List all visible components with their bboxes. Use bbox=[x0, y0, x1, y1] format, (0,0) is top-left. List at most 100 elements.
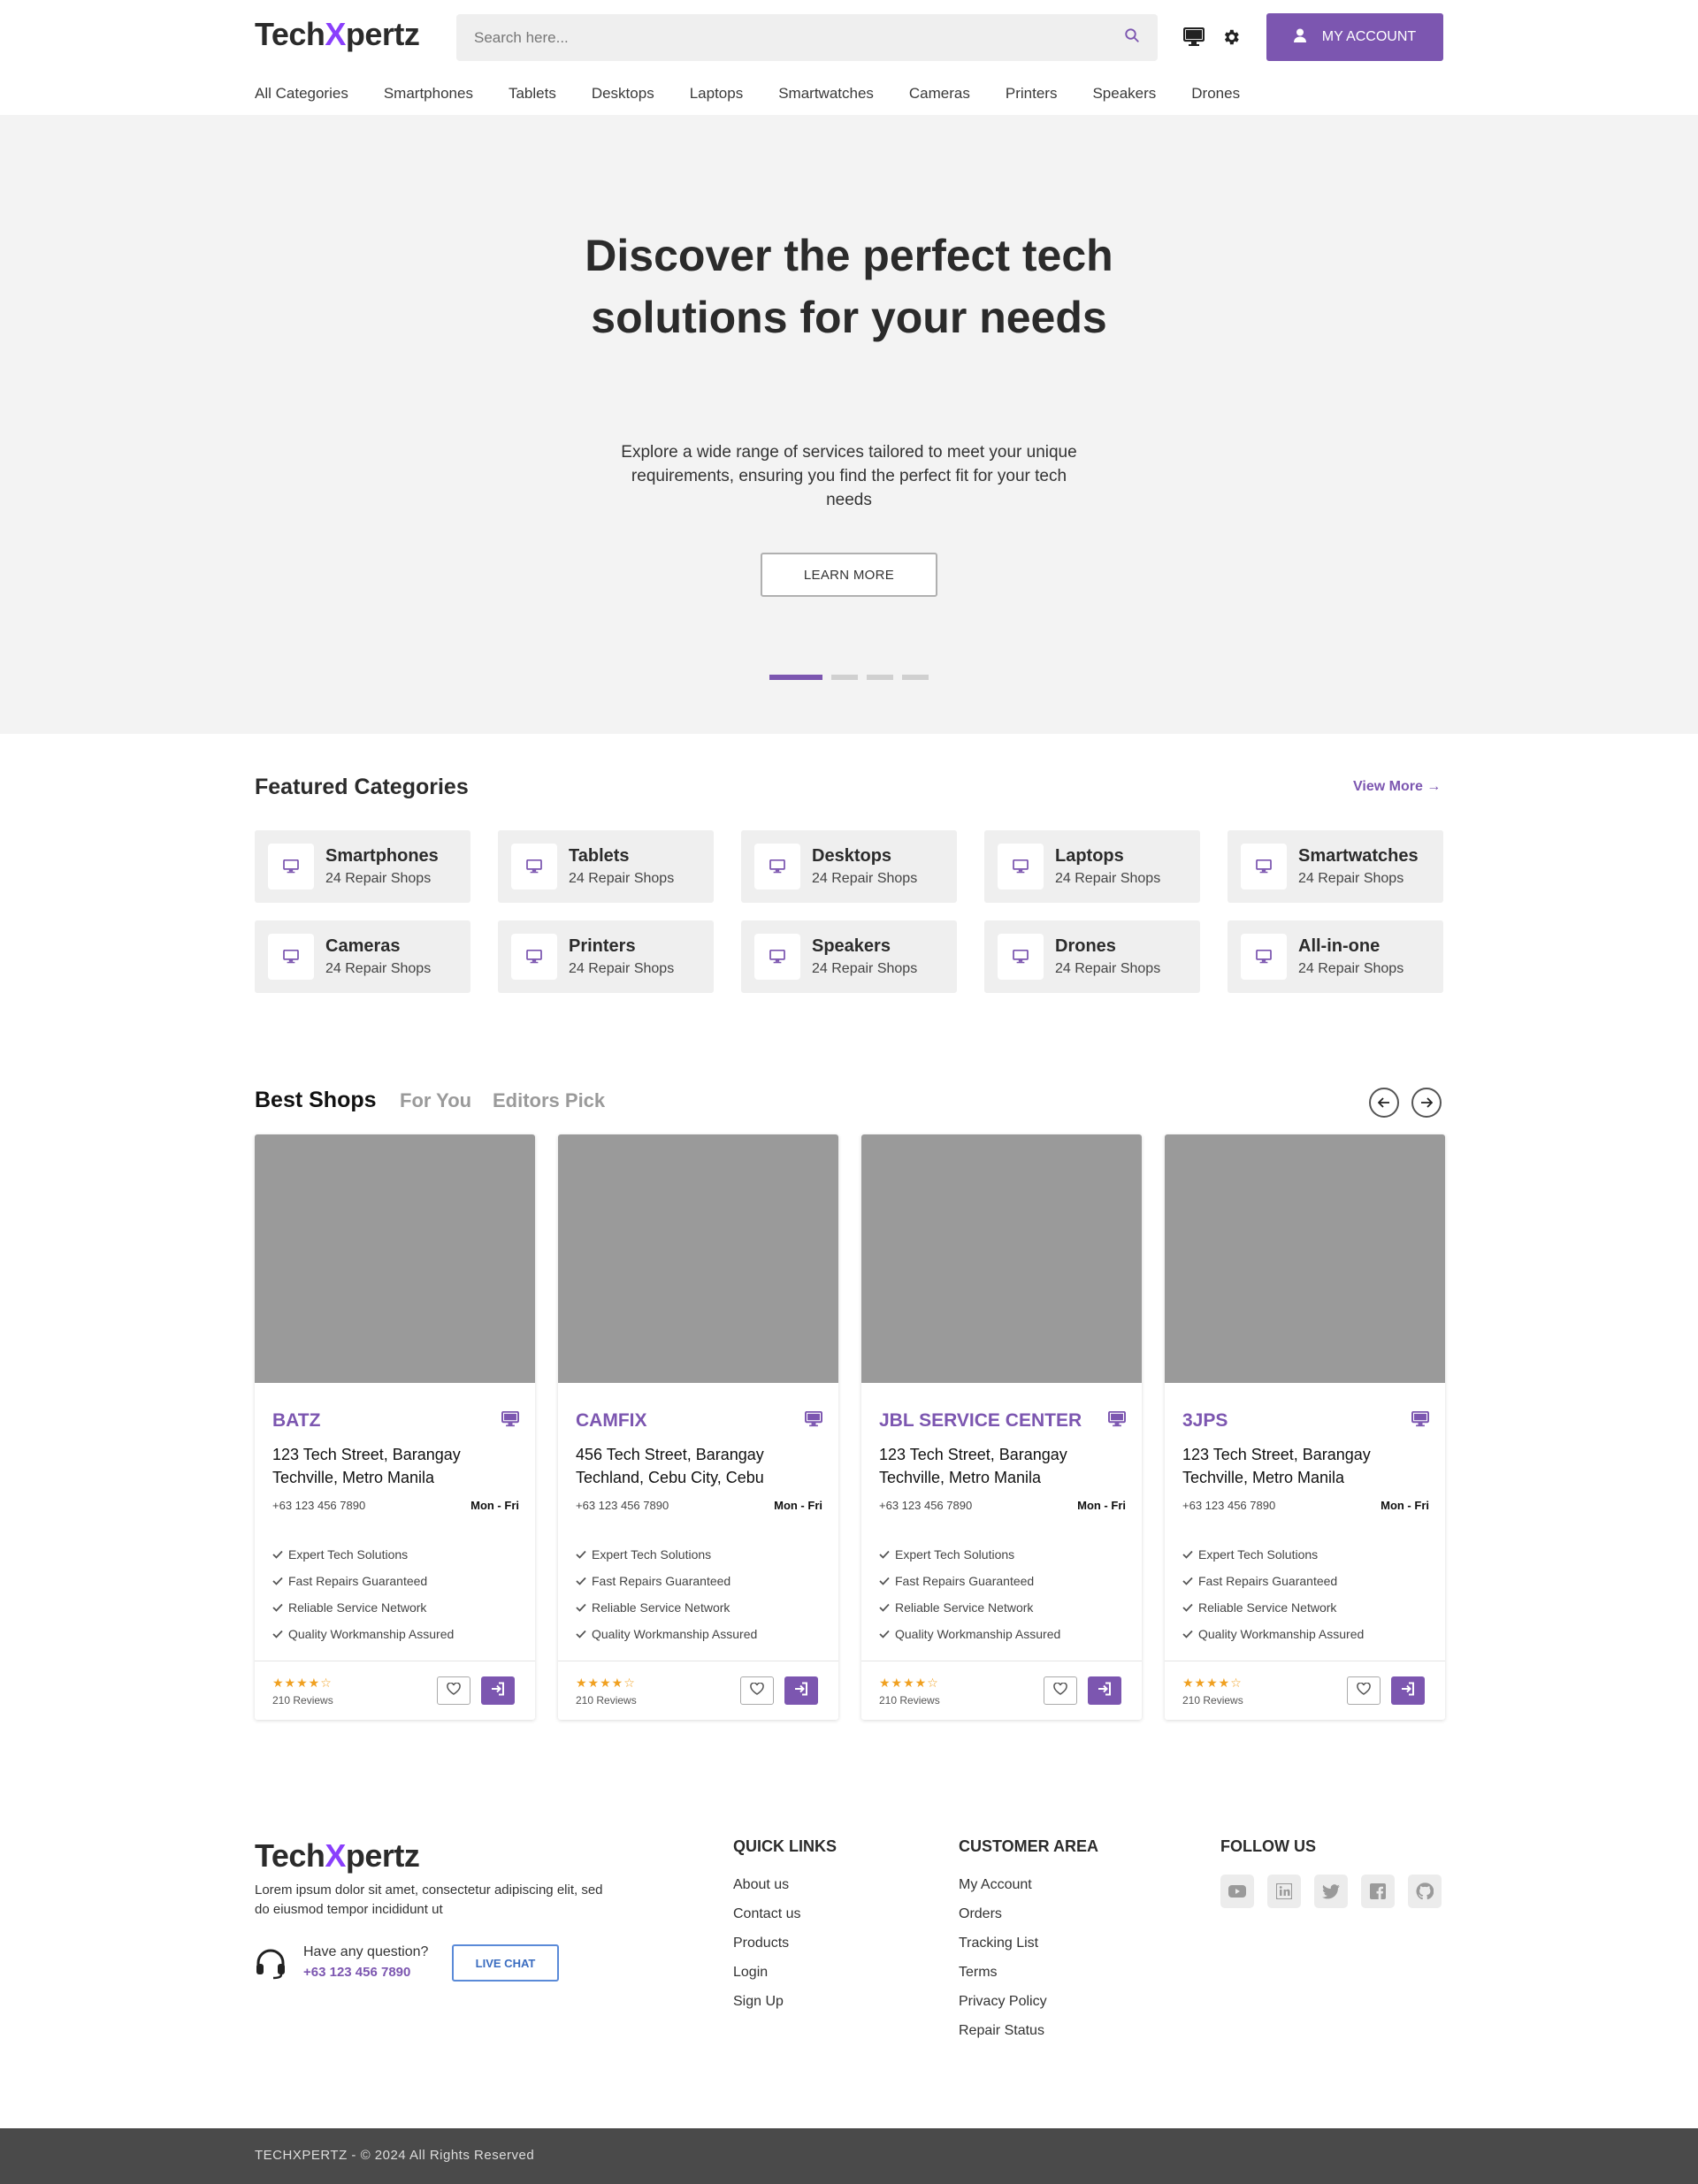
nav-smartwatches[interactable]: Smartwatches bbox=[778, 85, 874, 103]
carousel-dot[interactable] bbox=[769, 675, 822, 680]
footer-link-products[interactable]: Products bbox=[733, 1936, 800, 1965]
shop-card[interactable]: 3JPS 123 Tech Street, Barangay Techville,… bbox=[1165, 1134, 1445, 1720]
feature-item: Fast Repairs Guaranteed bbox=[576, 1568, 757, 1594]
facebook-icon[interactable] bbox=[1361, 1875, 1395, 1908]
star-rating: ★★★★☆ bbox=[576, 1676, 636, 1690]
check-icon bbox=[272, 1627, 283, 1641]
tab-best-shops[interactable]: Best Shops bbox=[255, 1088, 377, 1113]
category-card[interactable]: Cameras 24 Repair Shops bbox=[255, 920, 470, 993]
category-card[interactable]: Drones 24 Repair Shops bbox=[984, 920, 1200, 993]
category-card[interactable]: All-in-one 24 Repair Shops bbox=[1228, 920, 1443, 993]
category-name: Tablets bbox=[569, 846, 630, 866]
favorite-button[interactable] bbox=[1347, 1676, 1381, 1705]
shop-image[interactable] bbox=[861, 1134, 1142, 1383]
category-card[interactable]: Smartwatches 24 Repair Shops bbox=[1228, 830, 1443, 903]
gear-icon[interactable] bbox=[1219, 25, 1243, 50]
footer-link-tracking[interactable]: Tracking List bbox=[959, 1936, 1047, 1965]
question-label: Have any question? bbox=[303, 1944, 429, 1959]
prev-arrow-button[interactable] bbox=[1369, 1088, 1399, 1118]
carousel-dot[interactable] bbox=[902, 675, 929, 680]
nav-all-categories[interactable]: All Categories bbox=[255, 85, 348, 103]
footer-link-about[interactable]: About us bbox=[733, 1877, 800, 1906]
feature-item: Expert Tech Solutions bbox=[576, 1541, 757, 1568]
footer-link-terms[interactable]: Terms bbox=[959, 1965, 1047, 1994]
search-icon[interactable] bbox=[1124, 27, 1140, 48]
category-count: 24 Repair Shops bbox=[325, 871, 432, 886]
twitter-icon[interactable] bbox=[1314, 1875, 1348, 1908]
shop-image[interactable] bbox=[558, 1134, 838, 1383]
footer-link-contact[interactable]: Contact us bbox=[733, 1906, 800, 1936]
category-nav: All Categories Smartphones Tablets Deskt… bbox=[255, 85, 1275, 103]
footer-logo[interactable]: TechXpertz bbox=[255, 1837, 420, 1875]
visit-shop-button[interactable] bbox=[784, 1676, 818, 1705]
sign-in-icon bbox=[1401, 1682, 1415, 1700]
nav-cameras[interactable]: Cameras bbox=[909, 85, 970, 103]
linkedin-icon[interactable] bbox=[1267, 1875, 1301, 1908]
footer-link-signup[interactable]: Sign Up bbox=[733, 1994, 800, 2023]
carousel-dot[interactable] bbox=[831, 675, 858, 680]
category-card[interactable]: Printers 24 Repair Shops bbox=[498, 920, 714, 993]
footer-link-login[interactable]: Login bbox=[733, 1965, 800, 1994]
nav-drones[interactable]: Drones bbox=[1191, 85, 1240, 103]
star-rating: ★★★★☆ bbox=[272, 1676, 333, 1690]
monitor-icon bbox=[1241, 934, 1287, 980]
category-count: 24 Repair Shops bbox=[569, 871, 675, 886]
nav-smartphones[interactable]: Smartphones bbox=[384, 85, 473, 103]
category-card[interactable]: Tablets 24 Repair Shops bbox=[498, 830, 714, 903]
sign-in-icon bbox=[491, 1682, 505, 1700]
favorite-button[interactable] bbox=[1044, 1676, 1077, 1705]
search-bar[interactable]: Search here... bbox=[456, 14, 1158, 61]
shop-image[interactable] bbox=[1165, 1134, 1445, 1383]
logo[interactable]: TechXpertz bbox=[255, 16, 420, 53]
footer-link-repair-status[interactable]: Repair Status bbox=[959, 2023, 1047, 2052]
feature-item: Reliable Service Network bbox=[576, 1594, 757, 1621]
monitor-icon[interactable] bbox=[1182, 25, 1206, 50]
my-account-button[interactable]: MY ACCOUNT bbox=[1266, 13, 1443, 61]
customer-area-list: My Account Orders Tracking List Terms Pr… bbox=[959, 1877, 1047, 2052]
next-arrow-button[interactable] bbox=[1411, 1088, 1442, 1118]
nav-printers[interactable]: Printers bbox=[1006, 85, 1058, 103]
monitor-icon bbox=[754, 934, 800, 980]
search-input[interactable]: Search here... bbox=[474, 29, 1124, 47]
shop-name[interactable]: 3JPS bbox=[1182, 1410, 1228, 1432]
nav-tablets[interactable]: Tablets bbox=[509, 85, 556, 103]
shop-features: Expert Tech Solutions Fast Repairs Guaran… bbox=[1182, 1541, 1364, 1647]
category-card[interactable]: Speakers 24 Repair Shops bbox=[741, 920, 957, 993]
carousel-dot[interactable] bbox=[867, 675, 893, 680]
category-card[interactable]: Laptops 24 Repair Shops bbox=[984, 830, 1200, 903]
nav-speakers[interactable]: Speakers bbox=[1092, 85, 1156, 103]
shop-name[interactable]: JBL SERVICE CENTER bbox=[879, 1410, 1082, 1432]
nav-desktops[interactable]: Desktops bbox=[592, 85, 654, 103]
tab-for-you[interactable]: For You bbox=[400, 1089, 471, 1112]
shop-name[interactable]: CAMFIX bbox=[576, 1410, 647, 1432]
visit-shop-button[interactable] bbox=[1391, 1676, 1425, 1705]
category-card[interactable]: Desktops 24 Repair Shops bbox=[741, 830, 957, 903]
footer-phone[interactable]: +63 123 456 7890 bbox=[303, 1965, 410, 1980]
live-chat-button[interactable]: LIVE CHAT bbox=[452, 1944, 559, 1982]
footer-link-my-account[interactable]: My Account bbox=[959, 1877, 1047, 1906]
shop-phone: +63 123 456 7890 bbox=[1182, 1499, 1276, 1512]
shop-address: 123 Tech Street, Barangay Techville, Met… bbox=[272, 1446, 461, 1486]
tab-editors-pick[interactable]: Editors Pick bbox=[493, 1089, 605, 1112]
category-card[interactable]: Smartphones 24 Repair Shops bbox=[255, 830, 470, 903]
shop-image[interactable] bbox=[255, 1134, 535, 1383]
view-more-link[interactable]: View More → bbox=[1353, 779, 1441, 795]
heart-icon bbox=[1053, 1681, 1067, 1699]
shop-card[interactable]: CAMFIX 456 Tech Street, Barangay Techland… bbox=[558, 1134, 838, 1720]
shop-phone: +63 123 456 7890 bbox=[879, 1499, 973, 1512]
monitor-icon bbox=[1241, 844, 1287, 890]
shop-name[interactable]: BATZ bbox=[272, 1410, 320, 1432]
heart-icon bbox=[1357, 1681, 1371, 1699]
favorite-button[interactable] bbox=[740, 1676, 774, 1705]
nav-laptops[interactable]: Laptops bbox=[690, 85, 744, 103]
visit-shop-button[interactable] bbox=[481, 1676, 515, 1705]
github-icon[interactable] bbox=[1408, 1875, 1442, 1908]
learn-more-button[interactable]: LEARN MORE bbox=[761, 553, 937, 597]
favorite-button[interactable] bbox=[437, 1676, 470, 1705]
footer-link-orders[interactable]: Orders bbox=[959, 1906, 1047, 1936]
shop-card[interactable]: BATZ 123 Tech Street, Barangay Techville,… bbox=[255, 1134, 535, 1720]
shop-card[interactable]: JBL SERVICE CENTER 123 Tech Street, Baran… bbox=[861, 1134, 1142, 1720]
youtube-icon[interactable] bbox=[1220, 1875, 1254, 1908]
footer-link-privacy[interactable]: Privacy Policy bbox=[959, 1994, 1047, 2023]
visit-shop-button[interactable] bbox=[1088, 1676, 1121, 1705]
